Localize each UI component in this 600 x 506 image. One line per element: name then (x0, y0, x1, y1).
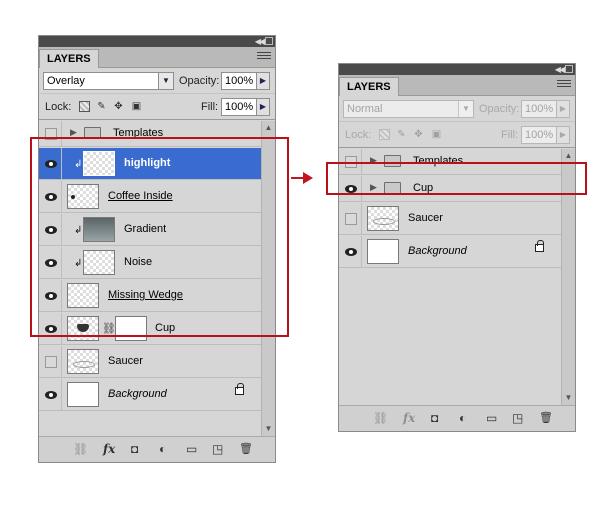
visibility-toggle[interactable] (340, 203, 362, 234)
lock-all-icon[interactable]: ▣ (131, 101, 142, 112)
close-icon[interactable] (265, 37, 273, 45)
adjustment-layer-icon[interactable]: ◐ (459, 411, 466, 425)
opacity-label: Opacity: (179, 75, 220, 87)
trash-icon[interactable]: 🗑 (539, 411, 553, 425)
visibility-off-box[interactable] (345, 212, 357, 225)
blend-mode-value: Normal (347, 103, 383, 115)
chevron-down-icon[interactable]: ▼ (158, 73, 173, 89)
new-group-icon[interactable]: ▭ (186, 442, 197, 456)
lock-icon (235, 383, 244, 395)
panel-bottom-toolbar: ⛓ fx ◘ ◐ ▭ ◳ 🗑 (339, 405, 575, 431)
layer-name: Background (408, 245, 467, 257)
fill-slider-arrow-icon[interactable]: ▶ (256, 98, 270, 116)
opacity-label: Opacity: (479, 103, 520, 115)
new-layer-icon[interactable]: ◳ (212, 442, 223, 456)
link-icon[interactable]: ⛓ (373, 411, 388, 425)
visibility-toggle[interactable] (340, 236, 362, 267)
scroll-down-icon[interactable]: ▼ (262, 422, 275, 436)
lock-icon (535, 240, 544, 252)
lock-image-brush-icon[interactable]: ✎ (96, 101, 107, 112)
layer-name: Saucer (408, 212, 443, 224)
adjustment-layer-icon[interactable]: ◐ (159, 442, 166, 456)
trash-icon[interactable]: 🗑 (239, 442, 253, 456)
lock-label: Lock: (45, 101, 72, 113)
layer-thumbnail[interactable] (67, 349, 99, 374)
opacity-input[interactable]: 100% (521, 100, 557, 118)
layer-row-saucer[interactable]: Saucer (39, 346, 261, 378)
lock-transparency-icon[interactable] (379, 129, 390, 140)
visibility-toggle[interactable] (40, 379, 62, 410)
lock-fill-row: Lock: ✎ ✥ ▣ Fill: 100% ▶ (39, 94, 275, 120)
layer-name: Background (108, 388, 167, 400)
opacity-slider-arrow-icon[interactable]: ▶ (556, 100, 570, 118)
blend-mode-select[interactable]: Normal ▼ (343, 100, 474, 118)
annotation-highlight-box-right (326, 162, 587, 195)
new-group-icon[interactable]: ▭ (486, 411, 497, 425)
fx-icon[interactable]: fx (103, 442, 115, 456)
fill-slider-arrow-icon[interactable]: ▶ (556, 126, 570, 144)
add-mask-icon[interactable]: ◘ (431, 411, 438, 425)
lock-fill-row: Lock: ✎ ✥ ▣ Fill: 100% ▶ (339, 122, 575, 148)
panel-tab-bar: LAYERS (39, 47, 275, 68)
annotation-arrow-icon (303, 172, 313, 184)
tab-layers[interactable]: LAYERS (339, 77, 399, 96)
layer-thumbnail[interactable] (67, 382, 99, 407)
lock-position-move-icon[interactable]: ✥ (113, 101, 124, 112)
visibility-toggle[interactable] (40, 346, 62, 377)
scroll-down-icon[interactable]: ▼ (562, 391, 575, 405)
chevron-down-icon[interactable]: ▼ (458, 101, 473, 117)
tab-layers[interactable]: LAYERS (39, 49, 99, 68)
layer-name: Saucer (108, 355, 143, 367)
panel-title-bar[interactable]: ◀◀ (39, 36, 275, 47)
fill-label: Fill: (201, 101, 219, 113)
blend-mode-select[interactable]: Overlay ▼ (43, 72, 174, 90)
panel-menu-icon[interactable] (557, 80, 571, 89)
layer-thumbnail[interactable] (367, 239, 399, 264)
fill-input[interactable]: 100% (221, 98, 257, 116)
layer-row-saucer[interactable]: Saucer (339, 203, 561, 235)
opacity-slider-arrow-icon[interactable]: ▶ (256, 72, 270, 90)
collapse-icon[interactable]: ◀◀ (555, 65, 565, 74)
scroll-up-icon[interactable]: ▲ (562, 149, 575, 163)
fx-icon[interactable]: fx (403, 411, 415, 425)
fill-label: Fill: (501, 129, 519, 141)
blend-opacity-row: Normal ▼ Opacity: 100% ▶ (339, 96, 575, 122)
eye-icon[interactable] (45, 390, 57, 399)
panel-tab-bar: LAYERS (339, 75, 575, 96)
panel-menu-icon[interactable] (257, 52, 271, 61)
eye-icon[interactable] (345, 247, 357, 256)
lock-transparency-icon[interactable] (79, 101, 90, 112)
blend-mode-value: Overlay (47, 75, 85, 87)
collapse-icon[interactable]: ◀◀ (255, 37, 265, 46)
new-layer-icon[interactable]: ◳ (512, 411, 523, 425)
lock-position-move-icon[interactable]: ✥ (413, 129, 424, 140)
blend-opacity-row: Overlay ▼ Opacity: 100% ▶ (39, 68, 275, 94)
close-icon[interactable] (565, 65, 573, 73)
panel-bottom-toolbar: ⛓ fx ◘ ◐ ▭ ◳ 🗑 (39, 436, 275, 462)
visibility-off-box[interactable] (45, 355, 57, 368)
layers-panel-right: ◀◀ LAYERS Normal ▼ Opacity: 100% ▶ Lock:… (338, 63, 576, 432)
scroll-up-icon[interactable]: ▲ (262, 121, 275, 135)
layer-row-background[interactable]: Background (339, 236, 561, 268)
fill-input[interactable]: 100% (521, 126, 557, 144)
lock-image-brush-icon[interactable]: ✎ (396, 129, 407, 140)
opacity-input[interactable]: 100% (221, 72, 257, 90)
lock-all-icon[interactable]: ▣ (431, 129, 442, 140)
link-icon[interactable]: ⛓ (73, 442, 88, 456)
annotation-highlight-box-left (30, 137, 289, 337)
layer-thumbnail[interactable] (367, 206, 399, 231)
add-mask-icon[interactable]: ◘ (131, 442, 138, 456)
lock-label: Lock: (345, 129, 372, 141)
layer-row-background[interactable]: Background (39, 379, 261, 411)
panel-title-bar[interactable]: ◀◀ (339, 64, 575, 75)
